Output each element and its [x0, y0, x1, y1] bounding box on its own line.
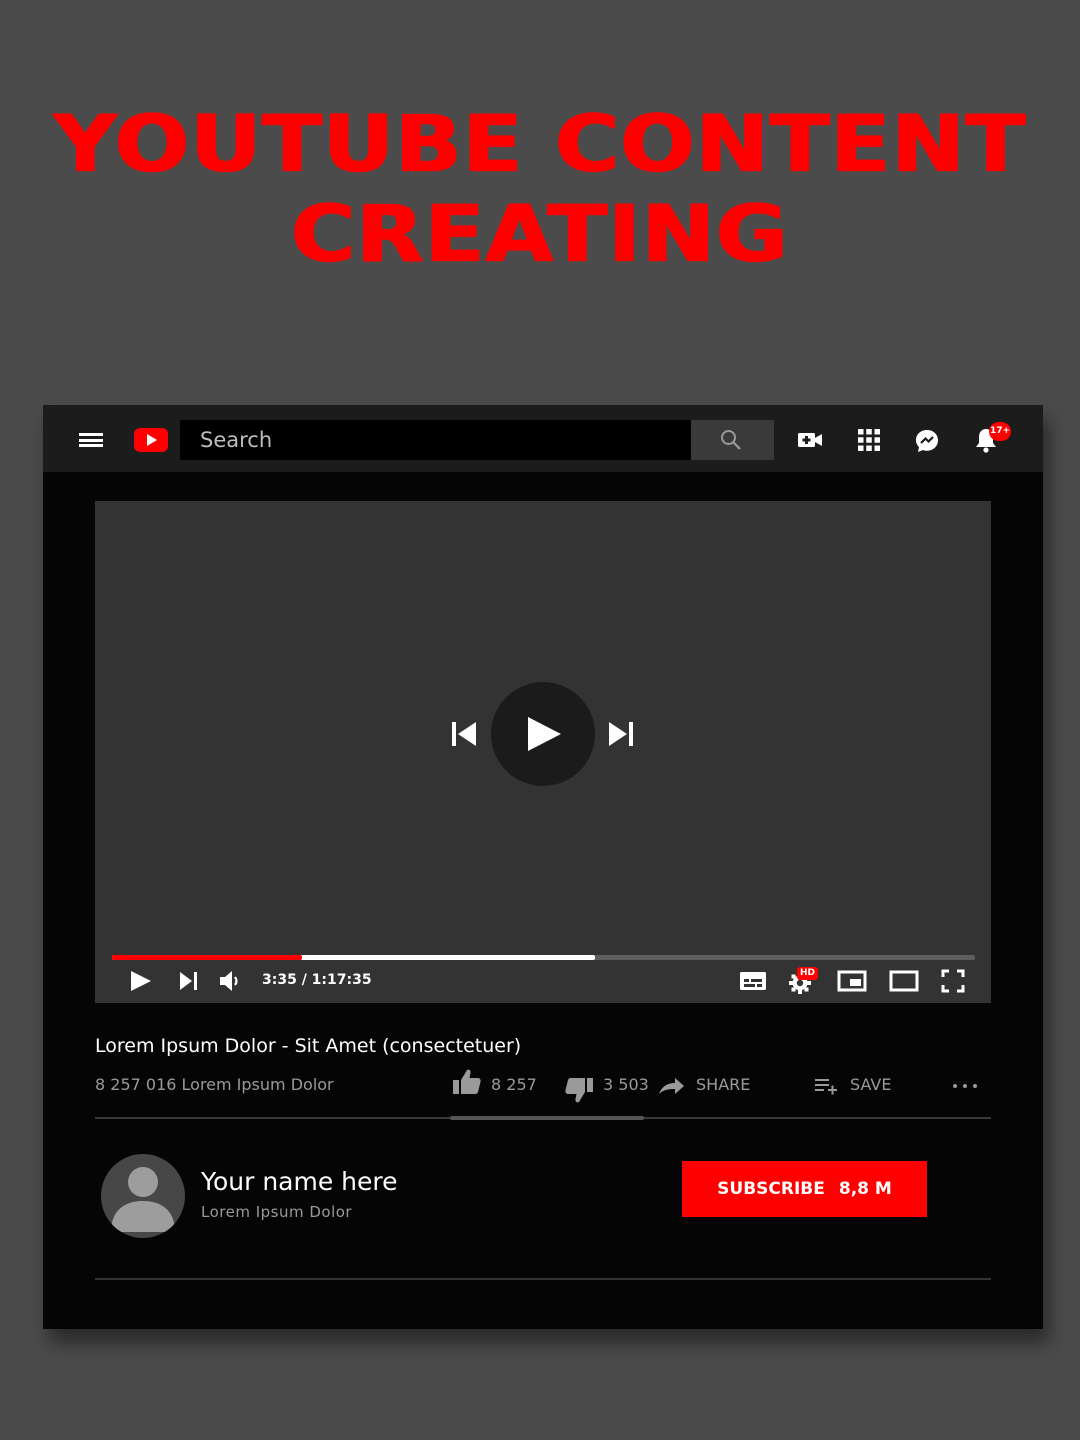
apps-grid-icon[interactable] [857, 428, 881, 452]
user-avatar-icon [111, 1167, 175, 1232]
notification-badge: 17+ [989, 422, 1011, 441]
next-icon[interactable] [178, 970, 200, 992]
top-bar: 17+ [43, 405, 1043, 472]
channel-name[interactable]: Your name here [201, 1167, 398, 1196]
subtitles-icon[interactable] [739, 970, 767, 992]
menu-icon[interactable] [79, 433, 103, 447]
search-button[interactable] [691, 420, 774, 460]
play-icon [528, 717, 561, 751]
miniplayer-icon[interactable] [837, 970, 867, 992]
settings-button[interactable]: HD [788, 967, 819, 995]
create-video-icon[interactable] [797, 427, 823, 453]
channel-subtitle: Lorem Ipsum Dolor [201, 1203, 353, 1221]
time-display: 3:35 / 1:17:35 [262, 972, 372, 988]
dislike-count: 3 503 [603, 1075, 649, 1094]
share-button[interactable]: SHARE [696, 1075, 750, 1094]
view-count: 8 257 016 Lorem Ipsum Dolor [95, 1075, 334, 1094]
like-count: 8 257 [491, 1075, 537, 1094]
search-input[interactable] [180, 420, 691, 460]
previous-icon[interactable] [449, 719, 479, 749]
actions-divider-highlight [450, 1116, 644, 1120]
thumbs-up-icon[interactable] [452, 1068, 482, 1096]
video-title: Lorem Ipsum Dolor - Sit Amet (consectetu… [95, 1035, 522, 1057]
big-play-button[interactable] [491, 682, 595, 786]
page-headline: YOUTUBE CONTENT CREATING [0, 100, 1080, 280]
share-icon[interactable] [657, 1076, 685, 1096]
save-playlist-icon[interactable] [814, 1077, 838, 1097]
hd-badge: HD [797, 967, 819, 980]
save-button[interactable]: SAVE [850, 1075, 891, 1094]
more-options-icon[interactable] [952, 1082, 978, 1090]
youtube-logo[interactable] [134, 428, 168, 452]
channel-divider [95, 1278, 991, 1280]
video-player[interactable]: 3:35 / 1:17:35 HD [95, 501, 991, 1003]
play-icon[interactable] [129, 969, 153, 993]
volume-icon[interactable] [218, 970, 242, 992]
theater-mode-icon[interactable] [889, 970, 919, 992]
headline-line-2: CREATING [291, 190, 789, 280]
youtube-window: 17+ 3:35 / 1:17:3 [43, 405, 1043, 1329]
subscriber-count: 8,8 M [838, 1179, 892, 1199]
search-icon [721, 430, 741, 450]
subscribe-label: SUBSCRIBE [717, 1179, 825, 1199]
avatar[interactable] [101, 1154, 185, 1238]
progress-bar[interactable] [112, 955, 975, 960]
thumbs-down-icon[interactable] [564, 1076, 594, 1104]
fullscreen-icon[interactable] [941, 969, 965, 993]
headline-line-1: YOUTUBE CONTENT [53, 100, 1027, 190]
progress-played [112, 955, 302, 960]
next-icon[interactable] [606, 719, 636, 749]
subscribe-button[interactable]: SUBSCRIBE 8,8 M [682, 1161, 927, 1217]
messages-icon[interactable] [914, 428, 940, 454]
